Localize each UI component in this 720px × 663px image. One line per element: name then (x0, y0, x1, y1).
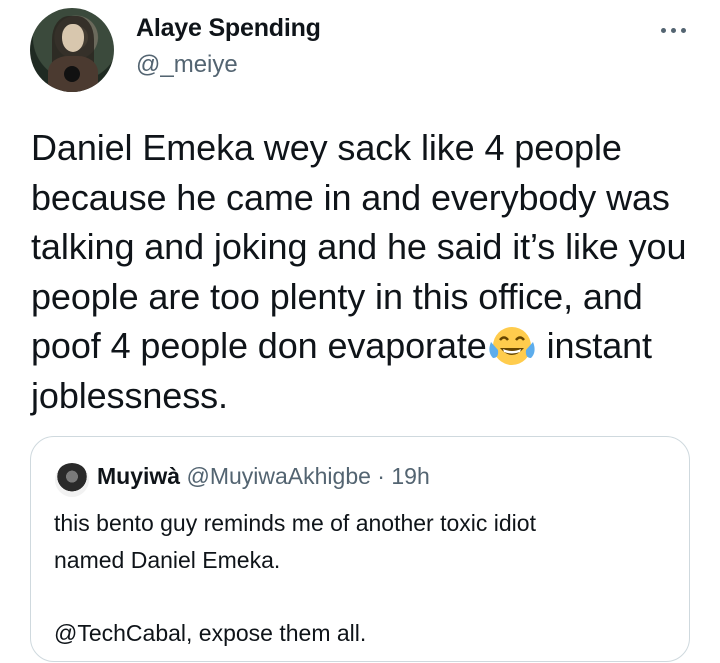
more-dot (660, 27, 666, 33)
quoted-tweet[interactable]: Muyiwà @MuyiwaAkhigbe · 19h this bento g… (30, 436, 690, 662)
quoted-display-name: Muyiwà (97, 463, 181, 489)
quoted-time: 19h (391, 463, 430, 489)
avatar-cat (64, 66, 80, 82)
quoted-header: Muyiwà @MuyiwaAkhigbe · 19h (97, 463, 430, 490)
quoted-author-avatar (55, 463, 89, 497)
author-handle[interactable]: @_meiye (136, 51, 238, 79)
quoted-separator: · (377, 463, 385, 489)
quoted-line-2: named Daniel Emeka. (54, 546, 281, 573)
more-horizontal-icon[interactable] (655, 18, 691, 42)
avatar-face (62, 24, 84, 52)
quoted-line-1: this bento guy reminds me of another tox… (54, 510, 536, 536)
tweet-text: Daniel Emeka wey sack like 4 people beca… (31, 123, 711, 420)
more-dot (680, 27, 686, 33)
quoted-text: this bento guy reminds me of another tox… (54, 505, 674, 651)
face-with-tears-of-joy-icon (489, 327, 535, 365)
author-display-name[interactable]: Alaye Spending (136, 14, 321, 43)
author-avatar[interactable] (30, 8, 114, 92)
quoted-handle: @MuyiwaAkhigbe (186, 463, 371, 489)
quoted-line-4: @TechCabal, expose them all. (54, 619, 367, 646)
more-dot (670, 27, 676, 33)
quoted-line-3 (54, 578, 674, 615)
